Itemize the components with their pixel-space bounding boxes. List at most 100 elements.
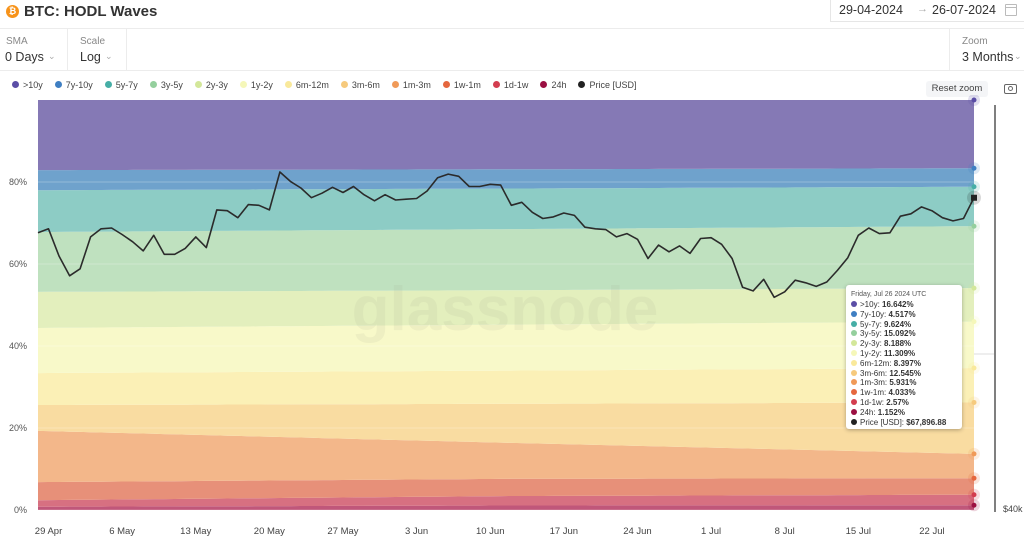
band-7y-10y — [38, 168, 974, 191]
tooltip-row: >10y: 16.642% — [851, 300, 914, 309]
tooltip-dot-icon — [851, 310, 857, 317]
legend-label: 24h — [551, 80, 567, 90]
legend-item[interactable]: 7y-10y — [54, 80, 93, 90]
tooltip-dot-icon — [851, 408, 857, 415]
x-tick-label: 13 May — [180, 526, 211, 537]
tooltip-value: 4.033% — [888, 388, 916, 398]
tooltip-row: 24h: 1.152% — [851, 408, 905, 417]
tooltip-dot-icon — [851, 340, 857, 347]
x-tick-label: 10 Jun — [476, 526, 505, 537]
legend-label: 3y-5y — [160, 80, 183, 90]
legend-dot-icon — [54, 81, 62, 88]
legend-dot-icon — [239, 81, 247, 88]
bitcoin-icon: ₿ — [6, 5, 19, 18]
legend-label: 1m-3m — [402, 80, 431, 90]
chart-tooltip: Friday, Jul 26 2024 UTC >10y: 16.642% 7y-… — [846, 285, 962, 429]
scale-select[interactable]: Scale Log ⌄ — [67, 29, 127, 70]
legend-item[interactable]: 1y-2y — [239, 80, 273, 90]
date-to-input[interactable]: 26-07-2024 — [932, 3, 996, 17]
x-tick-label: 27 May — [327, 526, 358, 537]
watermark-logo: glassnode — [352, 275, 659, 344]
legend-dot-icon — [12, 81, 19, 88]
x-tick-label: 6 May — [109, 526, 135, 537]
legend-label: 2y-3y — [205, 80, 228, 90]
legend-item[interactable]: 1d-1w — [492, 80, 529, 90]
legend-dot-icon — [540, 81, 548, 88]
tooltip-value: 5.931% — [889, 378, 917, 388]
calendar-icon[interactable] — [1005, 4, 1017, 16]
legend-dot-icon — [104, 81, 112, 88]
tooltip-row: 3m-6m: 12.545% — [851, 369, 921, 378]
hover-marker-5y-7y — [971, 184, 977, 190]
tooltip-row: 5y-7y: 9.624% — [851, 320, 911, 329]
legend-item[interactable]: 1w-1m — [442, 80, 481, 90]
hover-marker-10y — [971, 97, 977, 103]
tooltip-label: 7y-10y: — [860, 309, 889, 319]
tooltip-dot-icon — [851, 379, 857, 386]
legend-dot-icon — [284, 81, 292, 88]
chevron-down-icon: ⌄ — [1014, 51, 1022, 61]
x-tick-label: 22 Jul — [919, 526, 944, 537]
tooltip-label: 6m-12m: — [860, 358, 894, 368]
hover-marker-1d-1w — [971, 492, 977, 498]
tooltip-row: 1m-3m: 5.931% — [851, 378, 916, 387]
x-tick-label: 3 Jun — [405, 526, 428, 537]
legend-dot-icon — [149, 81, 157, 88]
legend-item[interactable]: >10y — [12, 80, 43, 90]
x-tick-label: 1 Jul — [701, 526, 721, 537]
date-range-picker[interactable]: 29-04-2024 → 26-07-2024 — [830, 0, 1024, 22]
scale-value: Log — [80, 50, 101, 64]
tooltip-dot-icon — [851, 389, 857, 396]
tooltip-value: 16.642% — [882, 300, 914, 309]
legend-item[interactable]: 6m-12m — [284, 80, 329, 90]
tooltip-label: 2y-3y: — [860, 339, 885, 349]
tooltip-dot-icon — [851, 330, 857, 337]
date-from-input[interactable]: 29-04-2024 — [839, 3, 903, 17]
sma-select[interactable]: SMA 0 Days ⌄ — [0, 29, 68, 70]
legend-item[interactable]: Price [USD] — [578, 80, 636, 90]
legend-item[interactable]: 3m-6m — [340, 80, 380, 90]
legend-label: 1d-1w — [503, 80, 529, 90]
tooltip-value: 9.624% — [884, 319, 912, 329]
legend-dot-icon — [492, 81, 500, 88]
tooltip-label: Price [USD]: — [860, 417, 907, 427]
y-tick-label: 80% — [9, 177, 27, 187]
x-tick-label: 24 Jun — [623, 526, 652, 537]
legend-item[interactable]: 1m-3m — [391, 80, 431, 90]
legend-label: 1w-1m — [453, 80, 481, 90]
tooltip-value: 4.517% — [888, 309, 916, 319]
chart-controls: SMA 0 Days ⌄ Scale Log ⌄ Zoom 3 Months ⌄ — [0, 28, 1024, 71]
legend-item[interactable]: 5y-7y — [104, 80, 138, 90]
tooltip-dot-icon — [851, 320, 857, 327]
tooltip-dot-icon — [851, 369, 857, 376]
tooltip-value: 2.57% — [886, 398, 909, 407]
tooltip-label: 24h: — [860, 407, 878, 417]
legend-label: 5y-7y — [115, 80, 138, 90]
tooltip-label: 3m-6m: — [860, 368, 890, 378]
legend-label: 7y-10y — [65, 80, 93, 90]
hover-marker-3m-6m — [971, 399, 977, 405]
page-title: BTC: HODL Waves — [24, 3, 158, 20]
tooltip-dot-icon — [851, 350, 857, 356]
hover-marker-6m-12m — [971, 365, 977, 371]
legend-item[interactable]: 3y-5y — [149, 80, 183, 90]
tooltip-value: 1.152% — [877, 407, 905, 417]
x-tick-label: 15 Jul — [846, 526, 871, 537]
zoom-value: 3 Months — [962, 50, 1014, 64]
legend-item[interactable]: 24h — [540, 80, 566, 90]
legend-label: Price [USD] — [589, 80, 637, 90]
tooltip-label: 1y-2y: — [860, 349, 885, 358]
y-tick-label: 40% — [9, 341, 27, 351]
zoom-select[interactable]: Zoom 3 Months ⌄ — [949, 29, 1024, 70]
tooltip-row: 7y-10y: 4.517% — [851, 310, 916, 319]
legend-label: >10y — [23, 80, 43, 90]
camera-icon[interactable] — [1004, 84, 1017, 94]
hover-marker-1y-2y — [971, 319, 977, 325]
legend-dot-icon — [340, 81, 348, 88]
scale-label: Scale — [80, 36, 106, 47]
tooltip-value: $67,896.88 — [906, 417, 947, 427]
tooltip-value: 8.397% — [893, 358, 921, 368]
chevron-down-icon: ⌄ — [48, 51, 56, 61]
x-tick-label: 8 Jul — [775, 526, 795, 537]
legend-item[interactable]: 2y-3y — [194, 80, 228, 90]
